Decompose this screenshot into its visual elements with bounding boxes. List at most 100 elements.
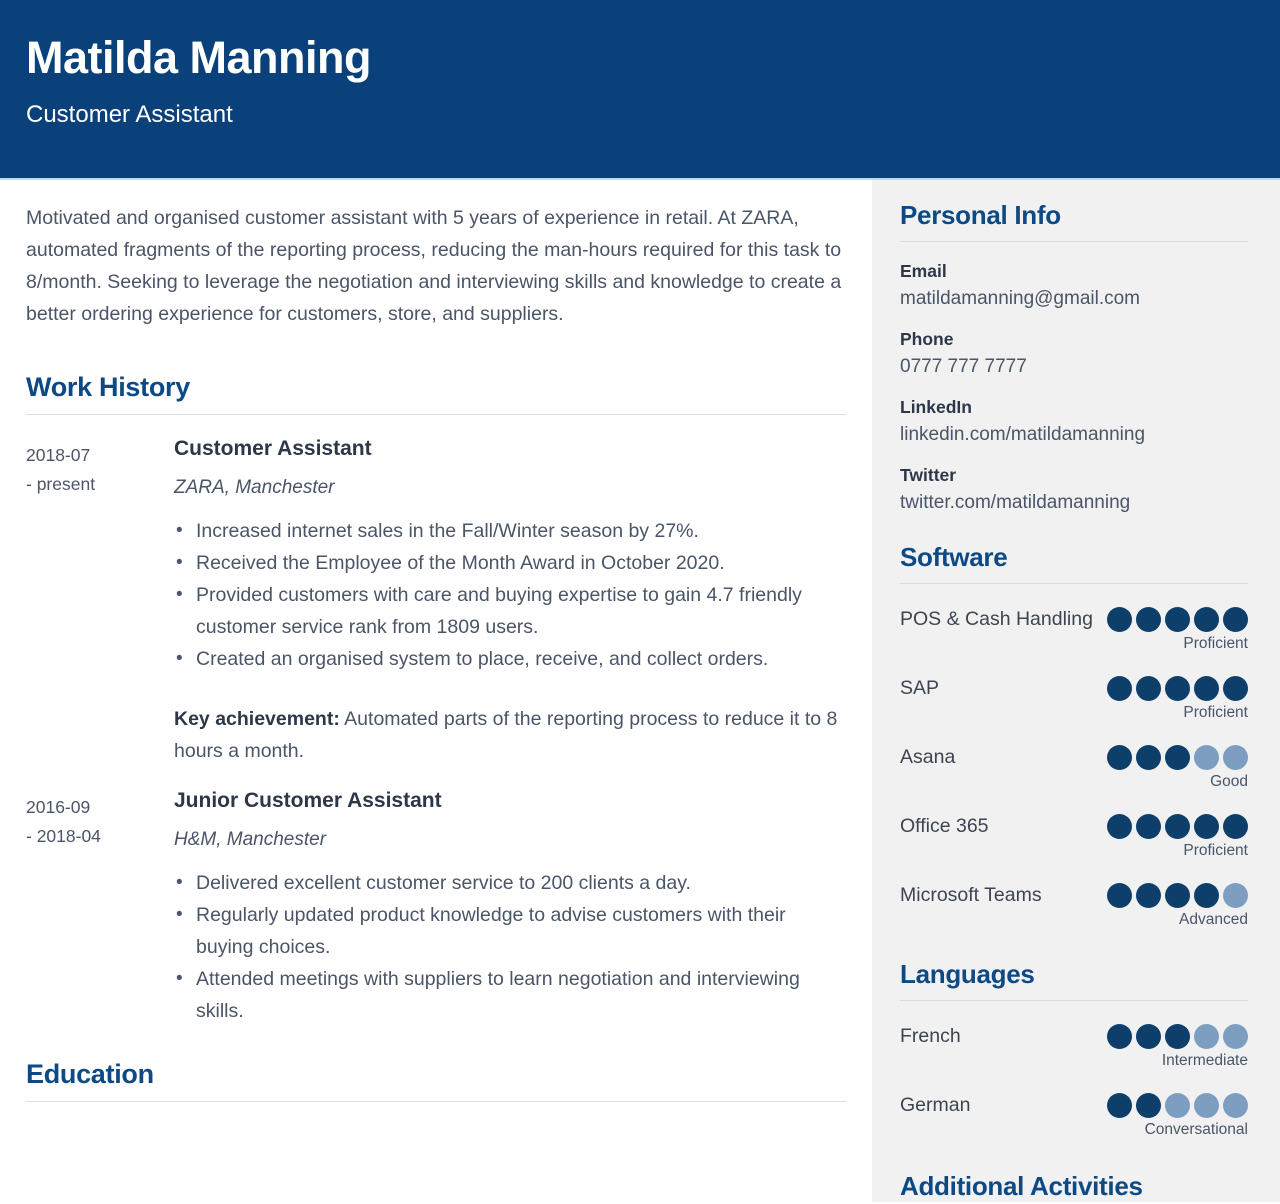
rating-value: Proficient — [1107, 601, 1248, 653]
info-label: Email — [900, 261, 947, 281]
rating-dot-filled — [1107, 1093, 1132, 1118]
work-entry-bullets: Delivered excellent customer service to … — [174, 867, 846, 1027]
candidate-job-title: Customer Assistant — [26, 101, 233, 129]
rating-dot-filled — [1165, 883, 1190, 908]
rating-dot-filled — [1194, 607, 1219, 632]
rating-dot-empty — [1165, 1093, 1190, 1118]
resume-page: Matilda Manning Customer Assistant Motiv… — [0, 0, 1280, 1204]
rating-value: Good — [1107, 739, 1248, 791]
personal-info-divider — [900, 241, 1248, 242]
rating-dot-filled — [1165, 745, 1190, 770]
rating-dot-filled — [1107, 1024, 1132, 1049]
rating-dot-empty — [1194, 745, 1219, 770]
rating-level-label: Proficient — [1183, 704, 1248, 721]
rating-value: Conversational — [1107, 1087, 1248, 1139]
rating-dot-filled — [1165, 814, 1190, 839]
work-entry-achievement: Key achievement: Automated parts of the … — [174, 703, 846, 767]
rating-label: Microsoft Teams — [900, 884, 1042, 906]
work-entry-body: Customer Assistant ZARA, Manchester Incr… — [174, 437, 846, 767]
work-entry-date-end: - 2018-04 — [26, 826, 101, 846]
work-entry: 2018-07 - present Customer Assistant ZAR… — [26, 437, 846, 767]
work-entry-bullets: Increased internet sales in the Fall/Win… — [174, 515, 846, 675]
info-item-phone: Phone 0777 777 7777 — [900, 329, 1248, 378]
rating-dot-filled — [1136, 676, 1161, 701]
rating-value: Proficient — [1107, 670, 1248, 722]
work-entry-dates: 2016-09 - 2018-04 — [26, 789, 174, 1027]
rating-dot-filled — [1165, 676, 1190, 701]
rating-dot-empty — [1194, 1093, 1219, 1118]
bullet-item: Created an organised system to place, re… — [174, 643, 846, 675]
achievement-label: Key achievement: — [174, 708, 340, 730]
education-section: Education — [26, 1059, 846, 1102]
rating-row: French Intermediate — [900, 1018, 1248, 1070]
rating-dot-filled — [1136, 883, 1161, 908]
rating-label: French — [900, 1025, 961, 1047]
rating-row: SAP Proficient — [900, 670, 1248, 722]
main-column: Motivated and organised customer assista… — [0, 180, 872, 1202]
rating-label: German — [900, 1094, 971, 1116]
rating-dot-filled — [1136, 1024, 1161, 1049]
languages-list: French Intermediate German Conversational — [900, 1018, 1248, 1139]
rating-dot-filled — [1165, 1024, 1190, 1049]
rating-dot-filled — [1223, 814, 1248, 839]
rating-level-label: Advanced — [1179, 911, 1248, 928]
education-heading: Education — [26, 1059, 154, 1089]
rating-dot-empty — [1223, 1024, 1248, 1049]
rating-dot-filled — [1107, 676, 1132, 701]
bullet-item: Delivered excellent customer service to … — [174, 867, 846, 899]
info-item-email: Email matildamanning@gmail.com — [900, 261, 1248, 310]
rating-value: Intermediate — [1107, 1018, 1248, 1070]
bullet-item: Increased internet sales in the Fall/Win… — [174, 515, 846, 547]
rating-row: POS & Cash Handling Proficient — [900, 601, 1248, 653]
rating-dots — [1107, 1093, 1248, 1118]
rating-dot-filled — [1136, 745, 1161, 770]
rating-row: Asana Good — [900, 739, 1248, 791]
work-history-heading: Work History — [26, 372, 190, 402]
resume-header: Matilda Manning Customer Assistant — [0, 0, 1280, 180]
software-section: Software POS & Cash Handling Proficient SA… — [900, 542, 1248, 929]
work-entry-role: Junior Customer Assistant — [174, 789, 442, 812]
rating-dot-filled — [1165, 607, 1190, 632]
info-label: LinkedIn — [900, 397, 972, 417]
rating-dots — [1107, 883, 1248, 908]
info-label: Twitter — [900, 465, 957, 485]
rating-dot-filled — [1136, 607, 1161, 632]
rating-dot-filled — [1136, 814, 1161, 839]
bullet-item: Received the Employee of the Month Award… — [174, 547, 846, 579]
rating-dot-filled — [1223, 676, 1248, 701]
info-value[interactable]: 0777 777 7777 — [900, 356, 1248, 378]
info-value[interactable]: linkedin.com/matildamanning — [900, 424, 1248, 446]
rating-dots — [1107, 607, 1248, 632]
languages-section: Languages French Intermediate German Conver… — [900, 959, 1248, 1139]
info-item-linkedin: LinkedIn linkedin.com/matildamanning — [900, 397, 1248, 446]
work-entry-date-start: 2016-09 — [26, 797, 91, 817]
bullet-item: Attended meetings with suppliers to lear… — [174, 963, 846, 1027]
rating-dot-filled — [1223, 607, 1248, 632]
rating-level-label: Proficient — [1183, 842, 1248, 859]
professional-summary: Motivated and organised customer assista… — [26, 207, 842, 325]
rating-dot-filled — [1194, 814, 1219, 839]
sidebar-column: Personal Info Email matildamanning@gmail… — [872, 180, 1280, 1202]
rating-dots — [1107, 814, 1248, 839]
rating-row: Office 365 Proficient — [900, 808, 1248, 860]
rating-dot-filled — [1194, 676, 1219, 701]
work-entry-company: ZARA, Manchester — [174, 477, 335, 498]
rating-dot-empty — [1223, 1093, 1248, 1118]
rating-level-label: Conversational — [1144, 1121, 1248, 1138]
info-value[interactable]: matildamanning@gmail.com — [900, 288, 1248, 310]
software-list: POS & Cash Handling Proficient SAP Proficie… — [900, 601, 1248, 929]
bullet-item: Regularly updated product knowledge to a… — [174, 899, 846, 963]
additional-activities-section: Additional Activities — [900, 1171, 1248, 1204]
rating-dot-filled — [1136, 1093, 1161, 1118]
candidate-name: Matilda Manning — [26, 32, 372, 83]
resume-body: Motivated and organised customer assista… — [0, 180, 1280, 1202]
languages-heading: Languages — [900, 959, 1035, 989]
rating-label: POS & Cash Handling — [900, 608, 1093, 630]
rating-level-label: Good — [1210, 773, 1248, 790]
work-history-divider — [26, 414, 846, 415]
info-value[interactable]: twitter.com/matildamanning — [900, 492, 1248, 514]
rating-row: Microsoft Teams Advanced — [900, 877, 1248, 929]
rating-value: Advanced — [1107, 877, 1248, 929]
education-divider — [26, 1101, 846, 1102]
rating-dot-filled — [1107, 814, 1132, 839]
